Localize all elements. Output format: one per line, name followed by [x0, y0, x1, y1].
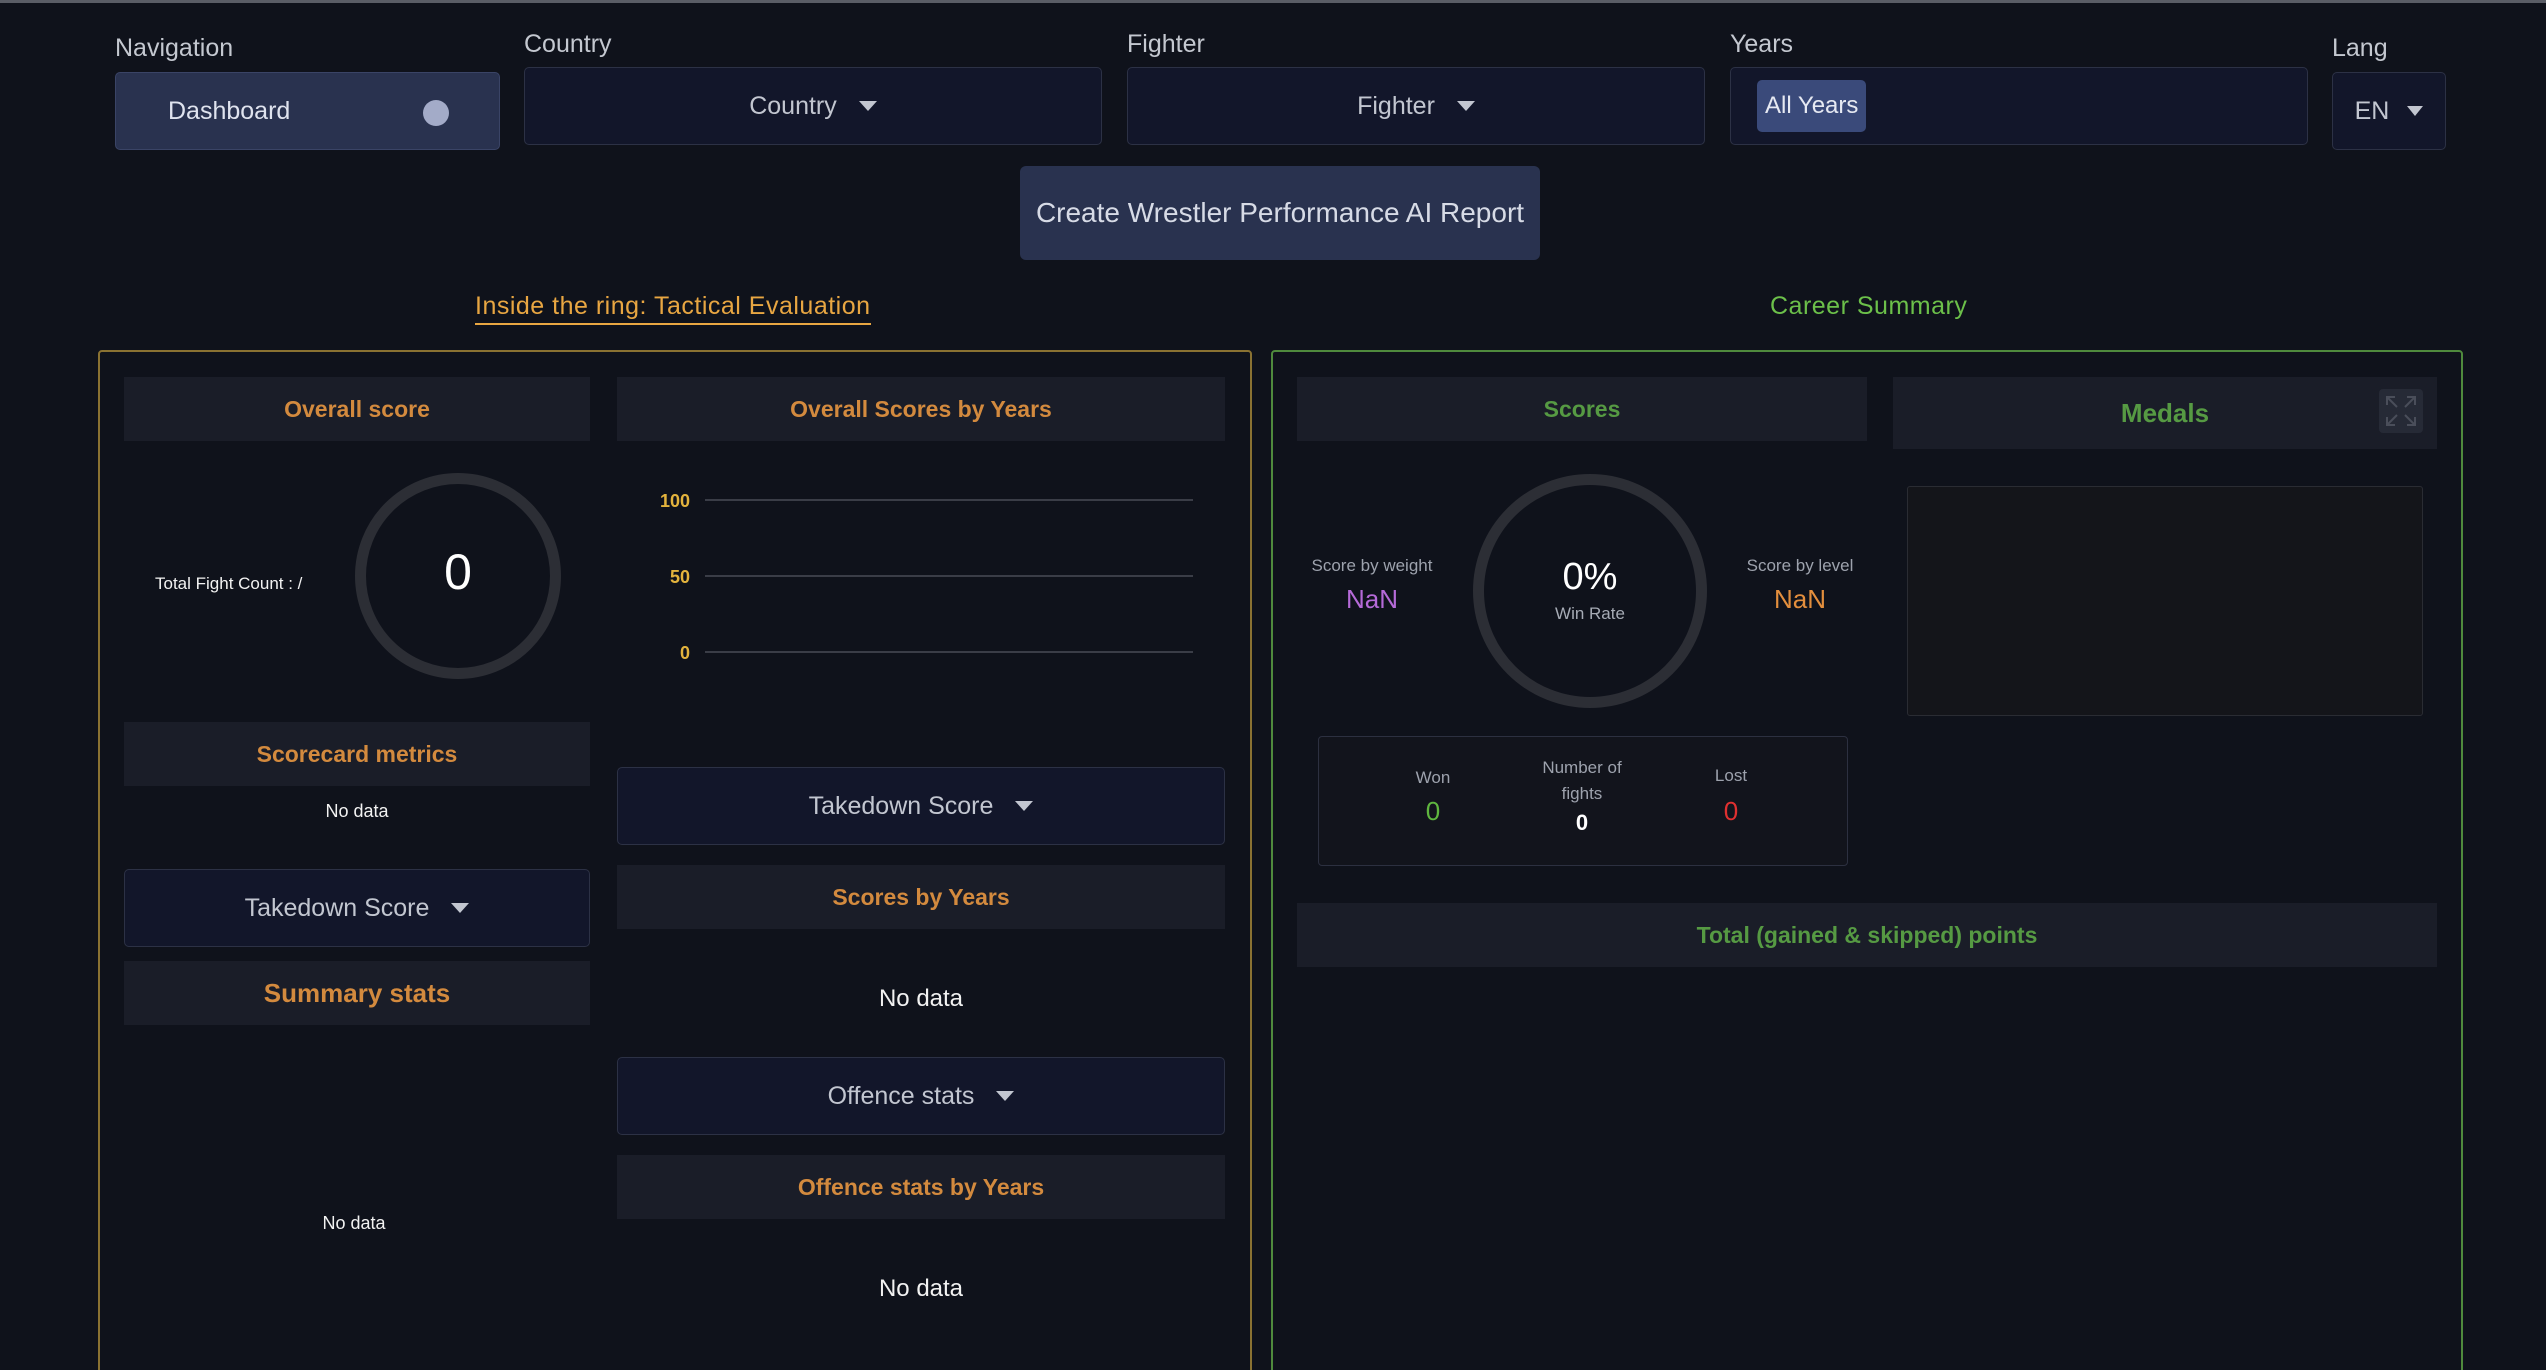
country-value: Country: [749, 91, 837, 120]
medals-chart-area: [1907, 486, 2423, 716]
years-chip[interactable]: All Years: [1757, 80, 1867, 132]
fighter-label: Fighter: [1127, 30, 1205, 58]
chevron-down-icon: [2407, 106, 2424, 116]
win-rate-label: Win Rate: [1555, 604, 1625, 623]
chevron-down-icon: [858, 101, 877, 111]
offence-dropdown[interactable]: Offence stats: [617, 1057, 1225, 1135]
chevron-down-icon: [1456, 101, 1475, 111]
offence-by-years-empty: No data: [878, 1275, 964, 1302]
metric-dropdown[interactable]: Takedown Score: [124, 869, 590, 947]
chevron-down-icon: [996, 1091, 1015, 1101]
lang-value: EN: [2354, 96, 2390, 125]
won-label: Won: [1415, 768, 1451, 787]
country-label: Country: [524, 30, 612, 58]
overall-score-title: Overall score: [124, 377, 590, 441]
offence-dropdown-value: Offence stats: [827, 1081, 975, 1110]
summary-empty: No data: [322, 1213, 386, 1233]
y-tick-label: 50: [670, 567, 690, 587]
toggle-dot-icon: [423, 100, 449, 126]
scores-by-years-title: Scores by Years: [617, 865, 1225, 929]
scorecard-empty: No data: [325, 801, 389, 821]
fighter-select[interactable]: Fighter: [1127, 67, 1705, 145]
years-label: Years: [1730, 30, 1794, 58]
total-points-title: Total (gained & skipped) points: [1297, 903, 2437, 967]
top-border: [0, 0, 2546, 3]
navigation-value: Dashboard: [168, 96, 291, 125]
scorecard-metrics-title: Scorecard metrics: [124, 722, 590, 786]
fighter-value: Fighter: [1357, 91, 1435, 120]
overall-scores-by-years-title: Overall Scores by Years: [617, 377, 1225, 441]
tab-tactical-evaluation[interactable]: Inside the ring: Tactical Evaluation: [475, 292, 871, 325]
score-by-weight-value: NaN: [1345, 584, 1398, 614]
lost-label: Lost: [1714, 766, 1748, 785]
scores-by-years-empty: No data: [878, 985, 964, 1012]
score-by-level-label: Score by level: [1746, 556, 1854, 575]
takedown-dropdown-value: Takedown Score: [808, 791, 994, 820]
lang-label: Lang: [2332, 34, 2388, 62]
won-value: 0: [1425, 796, 1441, 826]
navigation-toggle[interactable]: Dashboard: [115, 72, 500, 150]
expand-icon[interactable]: [2379, 389, 2423, 433]
metric-dropdown-value: Takedown Score: [244, 893, 430, 922]
summary-stats-title: Summary stats: [124, 961, 590, 1025]
years-multiselect[interactable]: All Years: [1730, 67, 2308, 145]
lost-value: 0: [1723, 796, 1739, 826]
overall-scores-chart: 100 50 0: [660, 491, 1193, 663]
win-rate-value: 0%: [1562, 556, 1618, 598]
navigation-label: Navigation: [115, 34, 234, 62]
y-tick-label: 100: [660, 491, 690, 511]
country-select[interactable]: Country: [524, 67, 1102, 145]
scores-title: Scores: [1297, 377, 1867, 441]
lang-select[interactable]: EN: [2332, 72, 2446, 150]
takedown-dropdown[interactable]: Takedown Score: [617, 767, 1225, 845]
chevron-down-icon: [1015, 801, 1034, 811]
medals-title-text: Medals: [2120, 397, 2210, 428]
offence-by-years-title: Offence stats by Years: [617, 1155, 1225, 1219]
medals-title: Medals: [1893, 377, 2437, 449]
fights-label-line2: fights: [1561, 784, 1603, 803]
fights-value: 0: [1575, 810, 1589, 835]
score-by-weight-label: Score by weight: [1311, 556, 1433, 575]
score-by-level-value: NaN: [1773, 584, 1826, 614]
fights-label-line1: Number of: [1542, 758, 1622, 777]
fight-count-label: Total Fight Count : /: [155, 574, 303, 593]
chevron-down-icon: [451, 903, 470, 913]
tab-career-summary[interactable]: Career Summary: [1770, 292, 1967, 321]
overall-score-value: 0: [444, 544, 472, 600]
y-tick-label: 0: [680, 643, 690, 663]
ai-report-button[interactable]: Create Wrestler Performance AI Report: [1020, 166, 1540, 260]
